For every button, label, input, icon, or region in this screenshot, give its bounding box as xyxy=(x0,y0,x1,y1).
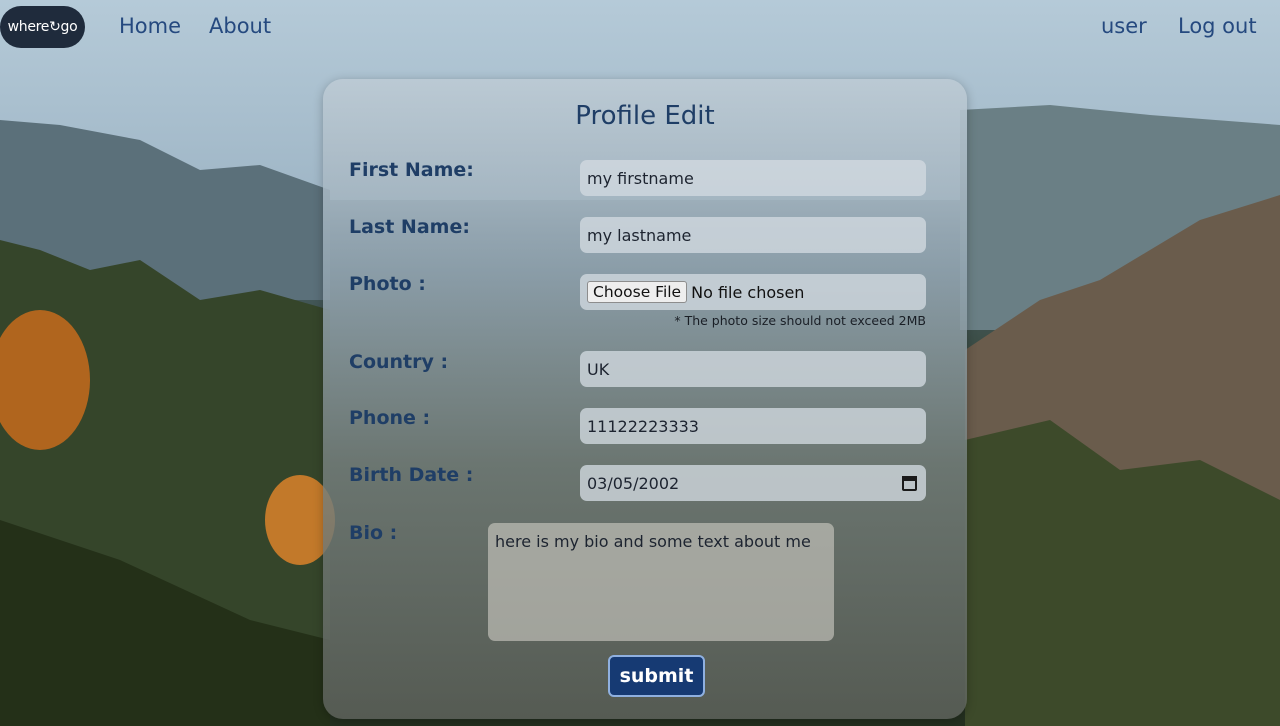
nav-home-link[interactable]: Home xyxy=(119,14,181,38)
photo-file-input[interactable]: Choose File No file chosen xyxy=(580,274,926,310)
first-name-input[interactable]: my firstname xyxy=(580,160,926,196)
nav-logout-link[interactable]: Log out xyxy=(1178,14,1257,38)
bio-label: Bio : xyxy=(349,522,398,544)
last-name-label: Last Name: xyxy=(349,216,470,238)
birth-date-input[interactable]: 03/05/2002 xyxy=(580,465,926,501)
phone-input[interactable]: 11122223333 xyxy=(580,408,926,444)
nav-about-link[interactable]: About xyxy=(209,14,271,38)
nav-user-link[interactable]: user xyxy=(1101,14,1147,38)
birth-date-label: Birth Date : xyxy=(349,464,474,486)
photo-label: Photo : xyxy=(349,273,426,295)
country-label: Country : xyxy=(349,351,449,373)
phone-label: Phone : xyxy=(349,407,431,429)
logo[interactable]: where↻go xyxy=(0,6,85,48)
bio-textarea[interactable]: here is my bio and some text about me xyxy=(488,523,834,641)
choose-file-button[interactable]: Choose File xyxy=(587,281,688,303)
last-name-input[interactable]: my lastname xyxy=(580,217,926,253)
page-title: Profile Edit xyxy=(575,101,715,131)
submit-button[interactable]: submit xyxy=(608,655,705,697)
profile-edit-card: Profile Edit First Name: my firstname La… xyxy=(323,79,967,719)
file-status-text: No file chosen xyxy=(691,282,805,302)
first-name-label: First Name: xyxy=(349,159,474,181)
calendar-icon[interactable] xyxy=(902,475,917,491)
country-input[interactable]: UK xyxy=(580,351,926,387)
photo-size-hint: * The photo size should not exceed 2MB xyxy=(674,313,926,328)
birth-date-value: 03/05/2002 xyxy=(587,473,680,493)
